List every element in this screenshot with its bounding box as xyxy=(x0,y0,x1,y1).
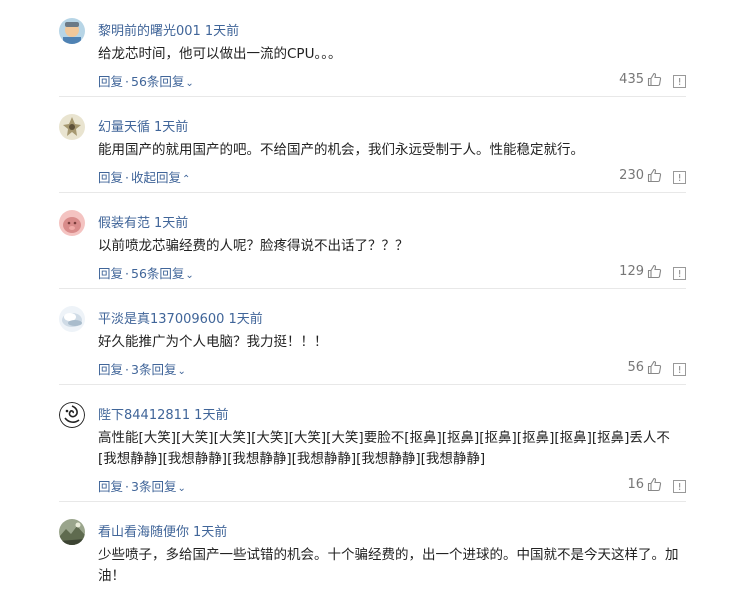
comment-item: 看山看海随便你 1天前 少些喷子，多给国产一些试错的机会。十个骗经费的，出一个进球… xyxy=(59,519,686,591)
username[interactable]: 幻量天循 xyxy=(98,120,150,135)
user-line: 陛下84412811 1天前 xyxy=(98,404,228,423)
thumbs-up-icon[interactable] xyxy=(647,168,662,183)
user-line: 假装有范 1天前 xyxy=(98,212,188,231)
reply-button[interactable]: 回复 xyxy=(98,479,123,494)
view-replies-button[interactable]: 3条回复⌄ xyxy=(131,362,186,377)
collapse-replies-button[interactable]: 收起回复⌃ xyxy=(131,170,190,185)
view-replies-button[interactable]: 56条回复⌄ xyxy=(131,74,194,89)
report-icon[interactable] xyxy=(673,265,686,280)
timestamp: 1天前 xyxy=(204,24,240,39)
username[interactable]: 看山看海随便你 xyxy=(98,525,189,540)
comment-actions: 回复 · 3条回复⌄ xyxy=(98,476,186,495)
timestamp: 1天前 xyxy=(228,312,263,327)
comment-right-actions: 129 xyxy=(619,263,686,280)
chevron-down-icon: ⌄ xyxy=(177,366,186,377)
avatar[interactable] xyxy=(59,306,85,332)
timestamp: 1天前 xyxy=(154,216,189,231)
comment-actions: 回复 · 收起回复⌃ xyxy=(98,167,190,186)
user-line: 黎明前的曙光001 1天前 xyxy=(98,20,239,39)
view-replies-button[interactable]: 3条回复⌄ xyxy=(131,479,186,494)
avatar[interactable] xyxy=(59,519,85,545)
report-icon[interactable] xyxy=(673,478,686,493)
timestamp: 1天前 xyxy=(194,408,229,423)
avatar[interactable] xyxy=(59,114,85,140)
report-icon[interactable] xyxy=(673,73,686,88)
reply-button[interactable]: 回复 xyxy=(98,74,123,89)
timestamp: 1天前 xyxy=(193,525,228,540)
thumbs-up-icon[interactable] xyxy=(647,477,662,492)
like-count: 56 xyxy=(627,359,644,375)
view-replies-button[interactable]: 56条回复⌄ xyxy=(131,266,194,281)
report-icon[interactable] xyxy=(673,361,686,376)
user-line: 看山看海随便你 1天前 xyxy=(98,521,227,540)
user-line: 平淡是真137009600 1天前 xyxy=(98,308,263,327)
username[interactable]: 平淡是真137009600 xyxy=(98,312,224,327)
chevron-down-icon: ⌄ xyxy=(185,270,194,281)
report-icon[interactable] xyxy=(673,169,686,184)
comment-text: 给龙芯时间，他可以做出一流的CPU。。。 xyxy=(98,46,342,62)
user-line: 幻量天循 1天前 xyxy=(98,116,188,135)
comment-right-actions: 435 xyxy=(619,71,686,88)
reply-button[interactable]: 回复 xyxy=(98,362,123,377)
thumbs-up-icon[interactable] xyxy=(647,360,662,375)
like-count: 16 xyxy=(627,476,644,492)
comment-text: 高性能[大笑][大笑][大笑][大笑][大笑][大笑]要脸不[抠鼻][抠鼻][抠… xyxy=(98,430,670,467)
separator-dot: · xyxy=(125,362,129,377)
separator-dot: · xyxy=(125,170,129,185)
thumbs-up-icon[interactable] xyxy=(647,72,662,87)
comment-item: 平淡是真137009600 1天前 好久能推广为个人电脑？我力挺！！！ 回复 · 3条… xyxy=(59,306,686,385)
comment-actions: 回复 · 3条回复⌄ xyxy=(98,359,186,378)
avatar[interactable] xyxy=(59,402,85,428)
chevron-down-icon: ⌄ xyxy=(177,483,186,494)
username[interactable]: 黎明前的曙光001 xyxy=(98,24,201,39)
comment-list: 黎明前的曙光001 1天前 给龙芯时间，他可以做出一流的CPU。。。 回复 · 56条… xyxy=(0,0,747,591)
separator-dot: · xyxy=(125,266,129,281)
chevron-down-icon: ⌄ xyxy=(185,78,194,89)
comment-item: 幻量天循 1天前 能用国产的就用国产的吧。不给国产的机会，我们永远受制于人。性能稳… xyxy=(59,114,686,193)
comment-actions: 回复 · 56条回复⌄ xyxy=(98,71,194,90)
reply-button[interactable]: 回复 xyxy=(98,266,123,281)
comment-text: 以前喷龙芯骗经费的人呢？脸疼得说不出话了？？？ xyxy=(98,238,409,254)
comment-right-actions: 230 xyxy=(619,167,686,184)
comment-text: 能用国产的就用国产的吧。不给国产的机会，我们永远受制于人。性能稳定就行。 xyxy=(98,142,584,158)
avatar[interactable] xyxy=(59,210,85,236)
comment-right-actions: 16 xyxy=(627,476,686,493)
separator-dot: · xyxy=(125,479,129,494)
username[interactable]: 假装有范 xyxy=(98,216,150,231)
comment-text: 少些喷子，多给国产一些试错的机会。十个骗经费的，出一个进球的。中国就不是今天这样… xyxy=(98,547,679,584)
comment-right-actions: 56 xyxy=(627,359,686,376)
separator-dot: · xyxy=(125,74,129,89)
reply-button[interactable]: 回复 xyxy=(98,170,123,185)
comment-text: 好久能推广为个人电脑？我力挺！！！ xyxy=(98,334,328,350)
thumbs-up-icon[interactable] xyxy=(647,264,662,279)
like-count: 230 xyxy=(619,167,644,183)
timestamp: 1天前 xyxy=(154,120,189,135)
avatar[interactable] xyxy=(59,18,85,44)
comment-item: 假装有范 1天前 以前喷龙芯骗经费的人呢？脸疼得说不出话了？？？ 回复 · 56条回复… xyxy=(59,210,686,289)
like-count: 129 xyxy=(619,263,644,279)
like-count: 435 xyxy=(619,71,644,87)
comment-item: 陛下84412811 1天前 高性能[大笑][大笑][大笑][大笑][大笑][大笑… xyxy=(59,402,686,502)
chevron-up-icon: ⌃ xyxy=(182,174,191,185)
comment-item: 黎明前的曙光001 1天前 给龙芯时间，他可以做出一流的CPU。。。 回复 · 56条… xyxy=(59,18,686,97)
username[interactable]: 陛下84412811 xyxy=(98,408,190,423)
comment-actions: 回复 · 56条回复⌄ xyxy=(98,263,194,282)
